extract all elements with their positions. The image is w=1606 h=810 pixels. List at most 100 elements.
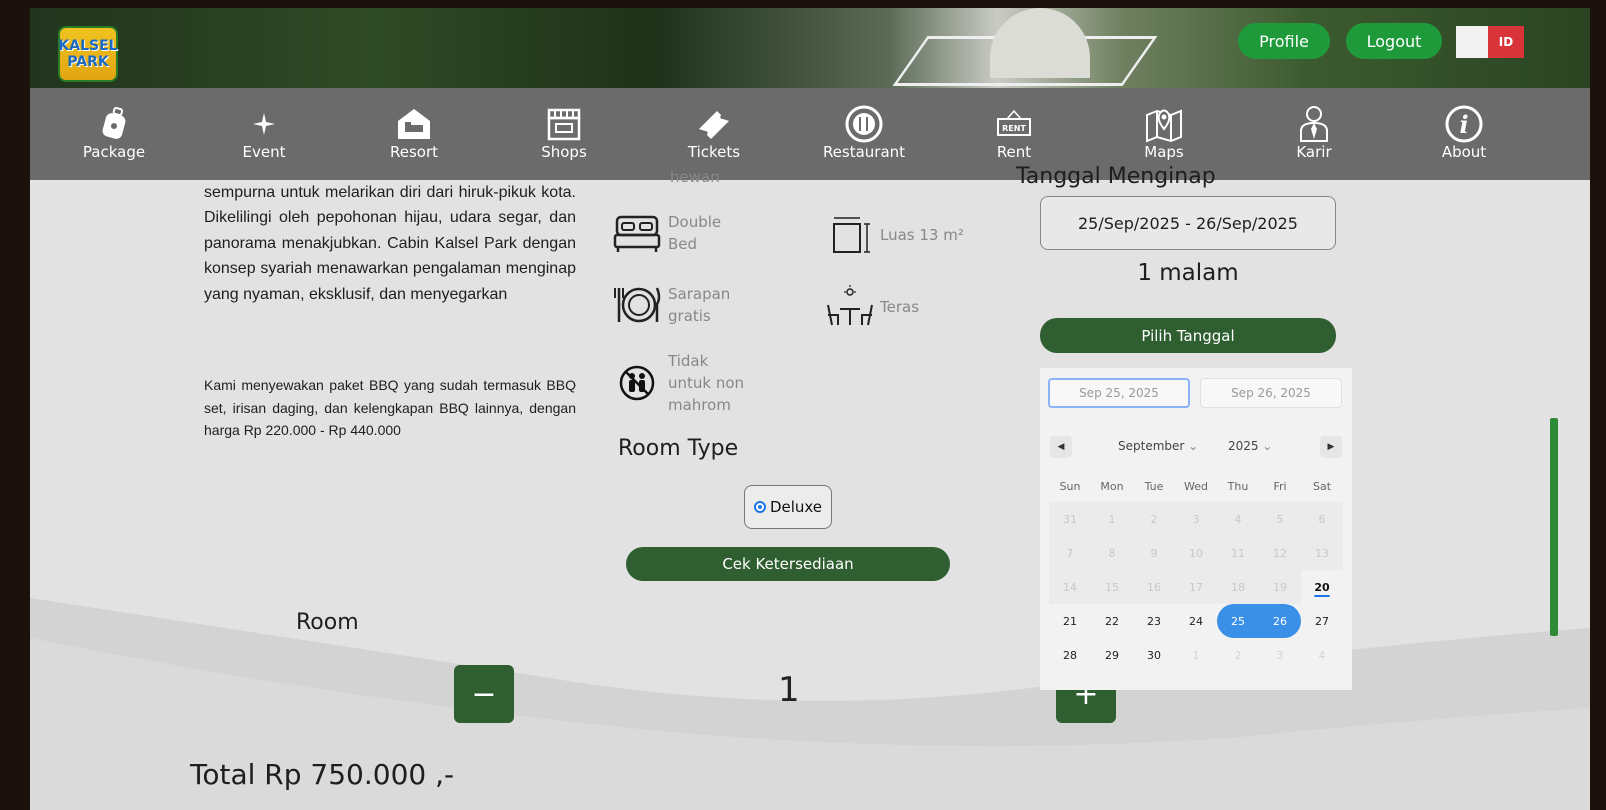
person-tie-icon (1294, 105, 1334, 143)
calendar-day: 1 (1091, 502, 1133, 536)
next-month-button[interactable]: ▶ (1320, 436, 1342, 458)
app-frame: KALSEL PARK Profile Logout ID Package Ev… (30, 8, 1590, 810)
amenity-rule: Tidak untuk non mahrom (612, 350, 792, 416)
calendar-day: 14 (1049, 570, 1091, 604)
nav-item-shops[interactable]: Shops (504, 88, 624, 180)
amenity-terrace-label: Teras (880, 298, 920, 316)
prev-month-button[interactable]: ◀ (1050, 436, 1072, 458)
room-type-deluxe-option[interactable]: Deluxe (744, 485, 832, 529)
check-in-input[interactable]: Sep 25, 2025 (1048, 378, 1190, 408)
calendar-day: 2 (1234, 648, 1242, 662)
month-value: September (1118, 439, 1185, 453)
calendar-day[interactable]: 28 (1049, 638, 1091, 672)
calendar-day: 5 (1259, 502, 1301, 536)
calendar-day: 10 (1175, 536, 1217, 570)
calendar-day: 8 (1091, 536, 1133, 570)
logo-text-2: PARK (67, 54, 109, 70)
date-picker-popup: Sep 25, 2025 Sep 26, 2025 ◀ September ⌄ … (1040, 368, 1352, 690)
check-out-input[interactable]: Sep 26, 2025 (1200, 378, 1342, 408)
info-icon: i (1444, 105, 1484, 143)
calendar-day[interactable]: 27 (1301, 604, 1343, 638)
stay-dates-heading: Tanggal Menginap (1016, 164, 1216, 189)
nav-item-resort[interactable]: Resort (354, 88, 474, 180)
month-select[interactable]: September ⌄ (1118, 439, 1198, 453)
total-price: Total Rp 750.000 ,- (190, 758, 455, 791)
weekday-label: Fri (1273, 480, 1287, 493)
no-couples-icon (612, 360, 662, 406)
calendar-day[interactable]: 29 (1091, 638, 1133, 672)
calendar-day: 31 (1049, 502, 1091, 536)
calendar-day: 18 (1217, 570, 1259, 604)
ticket-icon (694, 105, 734, 143)
calendar-day: 15 (1091, 570, 1133, 604)
amenity-area: Luas 13 m² (828, 212, 1008, 258)
cabin-description: sempurna untuk melarikan diri dari hiruk… (204, 184, 576, 303)
deluxe-radio[interactable] (753, 501, 766, 513)
nav-label: About (1441, 143, 1487, 161)
calendar-day[interactable]: 20 (1301, 570, 1343, 604)
calendar-day: 3 (1175, 502, 1217, 536)
amenity-cutoff-label: hewan (670, 168, 720, 186)
language-option-en[interactable] (1456, 26, 1488, 58)
area-measure-icon (828, 212, 874, 258)
nav-label: Tickets (687, 143, 741, 161)
calendar-day: 13 (1301, 536, 1343, 570)
calendar-day: 16 (1133, 570, 1175, 604)
year-select[interactable]: 2025 ⌄ (1228, 439, 1272, 453)
calendar-day: 9 (1133, 536, 1175, 570)
calendar-day: 6 (1301, 502, 1343, 536)
calendar-day[interactable]: 22 (1091, 604, 1133, 638)
profile-button[interactable]: Profile (1238, 23, 1330, 59)
calendar-day[interactable]: 24 (1175, 604, 1217, 638)
nav-label: Shops (541, 143, 587, 161)
room-label: Room (296, 610, 359, 635)
plate-cutlery-icon (844, 105, 884, 143)
amenity-rule-label: Tidak untuk non mahrom (668, 352, 745, 414)
weekday-label: Mon (1100, 480, 1124, 493)
calendar-day-selected[interactable]: 26 (1259, 604, 1301, 638)
language-toggle[interactable]: ID (1456, 26, 1524, 58)
amenity-breakfast-label: Sarapan gratis (668, 285, 731, 325)
calendar-day: 3 (1276, 648, 1284, 662)
calendar-day[interactable]: 30 (1133, 638, 1175, 672)
nav-item-about[interactable]: i About (1404, 88, 1524, 180)
calendar-day: 7 (1049, 536, 1091, 570)
logout-button[interactable]: Logout (1346, 23, 1442, 59)
house-bed-icon (394, 105, 434, 143)
calendar-header: ◀ September ⌄ 2025 ⌄ ▶ (1040, 436, 1352, 462)
pick-date-button[interactable]: Pilih Tanggal (1040, 318, 1336, 353)
date-range-display[interactable]: 25/Sep/2025 - 26/Sep/2025 (1040, 196, 1336, 250)
calendar-day: 11 (1217, 536, 1259, 570)
calendar-day-selected[interactable]: 25 (1217, 604, 1259, 638)
calendar-day: 2 (1133, 502, 1175, 536)
nav-item-karir[interactable]: Karir (1254, 88, 1374, 180)
page-scrollbar[interactable] (1550, 418, 1558, 636)
chevron-down-icon: ⌄ (1262, 439, 1273, 453)
nav-item-restaurant[interactable]: Restaurant (804, 88, 924, 180)
amenity-terrace: Teras (826, 284, 986, 330)
luggage-icon (94, 105, 134, 143)
kalsel-park-logo[interactable]: KALSEL PARK (58, 26, 118, 82)
amenity-area-label: Luas 13 m² (880, 226, 964, 244)
weekday-label: Sun (1059, 480, 1081, 493)
nav-item-event[interactable]: Event (204, 88, 324, 180)
nav-item-tickets[interactable]: Tickets (654, 88, 774, 180)
weekday-label: Tue (1144, 480, 1164, 493)
calendar-day: 4 (1318, 648, 1326, 662)
terrace-icon (826, 284, 874, 330)
night-count: 1 malam (1137, 260, 1239, 286)
bbq-description: Kami menyewakan paket BBQ yang sudah ter… (204, 377, 576, 438)
sparkle-icon (244, 105, 284, 143)
svg-text:RENT: RENT (1002, 124, 1026, 133)
calendar-day[interactable]: 21 (1049, 604, 1091, 638)
dome-photo-detail (990, 8, 1090, 78)
nav-label: Resort (389, 143, 439, 161)
language-option-id[interactable]: ID (1488, 26, 1524, 58)
deluxe-label: Deluxe (769, 498, 823, 516)
hero-banner: KALSEL PARK Profile Logout ID (30, 8, 1590, 90)
calendar-day[interactable]: 23 (1133, 604, 1175, 638)
check-availability-button[interactable]: Cek Ketersediaan (626, 547, 950, 581)
weekday-label: Sat (1312, 480, 1332, 493)
nav-item-package[interactable]: Package (54, 88, 174, 180)
room-decrement-button[interactable]: − (454, 665, 514, 723)
